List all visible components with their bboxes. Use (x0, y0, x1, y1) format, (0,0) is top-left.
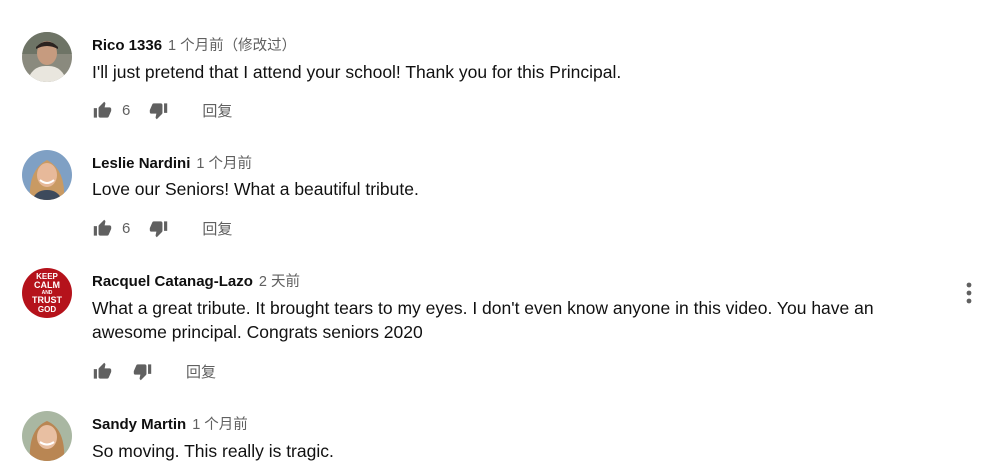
comment-time[interactable]: 1 个月前 (192, 417, 248, 433)
comment-time[interactable]: 1 个月前 (196, 156, 252, 172)
like-count: 6 (122, 219, 131, 237)
avatar[interactable] (22, 150, 72, 200)
comment-actions: 6 回复 (92, 216, 232, 240)
author-name[interactable]: Leslie Nardini (92, 155, 190, 172)
reply-button[interactable]: 回复 (202, 218, 232, 239)
more-vert-icon[interactable] (961, 281, 977, 305)
comment-text: So moving. This really is tragic. (92, 441, 334, 461)
reply-button[interactable]: 回复 (202, 100, 232, 121)
svg-text:CALM: CALM (34, 280, 60, 290)
comment-time[interactable]: 1 个月前（修改过） (168, 38, 296, 54)
reply-button[interactable]: 回复 (186, 361, 216, 382)
like-count: 6 (122, 101, 131, 119)
thumb-down-icon[interactable] (132, 361, 152, 381)
comment-actions: 6 回复 (92, 98, 232, 122)
author-name[interactable]: Rico 1336 (92, 37, 162, 54)
comment-header: Rico 1336 1 个月前（修改过） (92, 34, 296, 55)
comment-text: Love our Seniors! What a beautiful tribu… (92, 179, 419, 199)
thumb-up-icon[interactable] (92, 361, 112, 381)
comment-time[interactable]: 2 天前 (259, 274, 300, 290)
comment-header: Leslie Nardini 1 个月前 (92, 152, 252, 173)
avatar[interactable] (22, 32, 72, 82)
thumb-up-icon[interactable] (92, 100, 112, 120)
svg-text:TRUST: TRUST (32, 295, 62, 305)
comment-header: Racquel Catanag-Lazo 2 天前 (92, 270, 300, 291)
thumb-up-icon[interactable] (92, 218, 112, 238)
comment-text: I'll just pretend that I attend your sch… (92, 62, 622, 82)
thumb-down-icon[interactable] (148, 100, 168, 120)
author-name[interactable]: Sandy Martin (92, 416, 186, 433)
comment-text: What a great tribute. It brought tears t… (92, 298, 874, 342)
avatar[interactable] (22, 411, 72, 461)
comment-actions: 回复 (92, 359, 216, 383)
comment-header: Sandy Martin 1 个月前 (92, 413, 248, 434)
author-name[interactable]: Racquel Catanag-Lazo (92, 273, 253, 290)
avatar[interactable]: KEEP CALM AND TRUST GOD (22, 268, 72, 318)
thumb-down-icon[interactable] (148, 218, 168, 238)
svg-text:GOD: GOD (38, 305, 56, 314)
